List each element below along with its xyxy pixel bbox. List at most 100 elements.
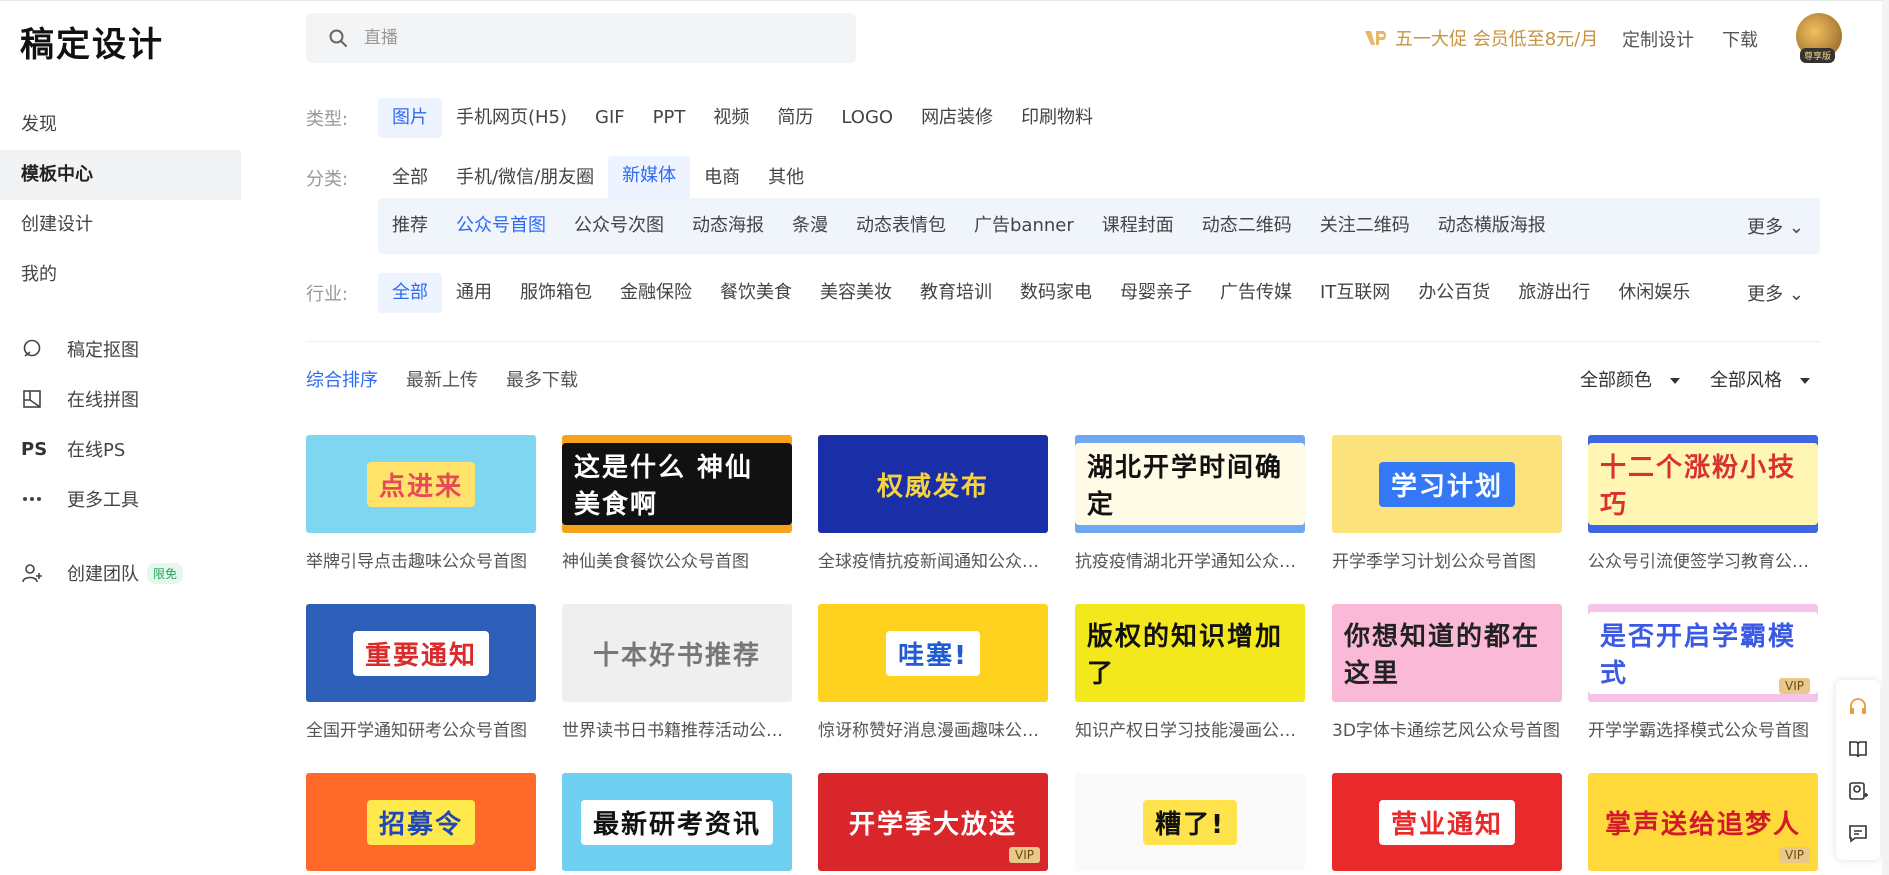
type-ppt[interactable]: PPT bbox=[639, 98, 700, 138]
subcat-animated-poster[interactable]: 动态海报 bbox=[678, 198, 778, 254]
template-card[interactable]: 版权的知识增加了知识产权日学习技能漫画公众号首图 bbox=[1075, 604, 1305, 741]
type-gif[interactable]: GIF bbox=[581, 98, 639, 138]
template-card[interactable]: 糟了! bbox=[1075, 773, 1305, 871]
industry-more-button[interactable]: 更多 ⌄ bbox=[1747, 280, 1804, 306]
template-thumbnail[interactable]: 开学季大放送 VIP bbox=[818, 773, 1048, 871]
template-title[interactable]: 抗疫疫情湖北开学通知公众号首图 bbox=[1075, 547, 1305, 572]
sidebar-create-team[interactable]: 创建团队 限免 bbox=[0, 548, 241, 598]
template-thumbnail[interactable]: 权威发布 bbox=[818, 435, 1048, 533]
book-icon[interactable] bbox=[1847, 738, 1869, 760]
template-title[interactable]: 全国开学通知研考公众号首图 bbox=[306, 716, 536, 741]
industry-beauty[interactable]: 美容美妆 bbox=[806, 273, 906, 313]
subcat-more-button[interactable]: 更多 ⌄ bbox=[1747, 213, 1804, 239]
sort-most-downloads[interactable]: 最多下载 bbox=[506, 366, 578, 392]
template-thumbnail[interactable]: 十本好书推荐 bbox=[562, 604, 792, 702]
sidebar-item-template-center[interactable]: 模板中心 bbox=[0, 150, 241, 200]
headset-icon[interactable] bbox=[1847, 696, 1869, 718]
template-thumbnail[interactable]: 版权的知识增加了 bbox=[1075, 604, 1305, 702]
template-thumbnail[interactable]: 你想知道的都在这里 bbox=[1332, 604, 1562, 702]
subcat-horizontal-poster[interactable]: 动态横版海报 bbox=[1424, 198, 1560, 254]
template-thumbnail[interactable]: 糟了! bbox=[1075, 773, 1305, 871]
template-title[interactable]: 惊讶称赞好消息漫画趣味公众号首图 bbox=[818, 716, 1048, 741]
template-title[interactable]: 公众号引流便签学习教育公众号首图 bbox=[1588, 547, 1818, 572]
sidebar-tool-cutout[interactable]: 稿定抠图 bbox=[0, 324, 241, 374]
message-icon[interactable] bbox=[1847, 822, 1869, 844]
template-card[interactable]: 哇塞! 惊讶称赞好消息漫画趣味公众号首图 bbox=[818, 604, 1048, 741]
sidebar-tool-online-ps[interactable]: PS 在线PS bbox=[0, 424, 241, 474]
download-link[interactable]: 下载 bbox=[1722, 26, 1758, 52]
industry-digital[interactable]: 数码家电 bbox=[1006, 273, 1106, 313]
template-title[interactable]: 开学季学习计划公众号首图 bbox=[1332, 547, 1562, 572]
type-video[interactable]: 视频 bbox=[699, 98, 763, 138]
template-card[interactable]: 营业通知 bbox=[1332, 773, 1562, 871]
type-image[interactable]: 图片 bbox=[378, 98, 442, 138]
sidebar-item-discover[interactable]: 发现 bbox=[0, 100, 241, 150]
template-thumbnail[interactable]: 这是什么 神仙美食啊 bbox=[562, 435, 792, 533]
template-thumbnail[interactable]: 掌声送给追梦人 VIP bbox=[1588, 773, 1818, 871]
subcat-banner[interactable]: 广告banner bbox=[960, 198, 1088, 254]
app-logo[interactable]: 稿定设计 bbox=[20, 17, 164, 66]
add-user-icon[interactable] bbox=[1847, 780, 1869, 802]
template-title[interactable]: 全球疫情抗疫新闻通知公众号首图 bbox=[818, 547, 1048, 572]
subcat-course-cover[interactable]: 课程封面 bbox=[1088, 198, 1188, 254]
search-input[interactable] bbox=[364, 13, 834, 63]
template-card[interactable]: 点进来举牌引导点击趣味公众号首图 bbox=[306, 435, 536, 572]
sort-comprehensive[interactable]: 综合排序 bbox=[306, 366, 378, 392]
vip-promo-link[interactable]: 五一大促 会员低至8元/月 bbox=[1363, 25, 1598, 51]
style-filter-dropdown[interactable]: 全部风格 bbox=[1710, 366, 1810, 392]
template-thumbnail[interactable]: 十二个涨粉小技巧 bbox=[1588, 435, 1818, 533]
category-all[interactable]: 全部 bbox=[378, 158, 442, 198]
template-thumbnail[interactable]: 湖北开学时间确定 bbox=[1075, 435, 1305, 533]
subcat-secondary[interactable]: 公众号次图 bbox=[560, 198, 678, 254]
type-h5[interactable]: 手机网页(H5) bbox=[442, 98, 581, 138]
subcat-follow-qr[interactable]: 关注二维码 bbox=[1306, 198, 1424, 254]
category-new-media[interactable]: 新媒体 bbox=[608, 155, 691, 201]
template-title[interactable]: 世界读书日书籍推荐活动公众号首图 bbox=[562, 716, 792, 741]
template-card[interactable]: 开学季大放送 VIP bbox=[818, 773, 1048, 871]
type-resume[interactable]: 简历 bbox=[763, 98, 827, 138]
sidebar-tool-collage[interactable]: 在线拼图 bbox=[0, 374, 241, 424]
template-thumbnail[interactable]: 营业通知 bbox=[1332, 773, 1562, 871]
category-mobile[interactable]: 手机/微信/朋友圈 bbox=[442, 158, 608, 198]
avatar[interactable]: 尊享版 bbox=[1796, 13, 1842, 63]
template-thumbnail[interactable]: 重要通知 bbox=[306, 604, 536, 702]
template-card[interactable]: 十本好书推荐世界读书日书籍推荐活动公众号首图 bbox=[562, 604, 792, 741]
sort-latest[interactable]: 最新上传 bbox=[406, 366, 478, 392]
search-bar[interactable] bbox=[306, 13, 856, 63]
template-card[interactable]: 学习计划 开学季学习计划公众号首图 bbox=[1332, 435, 1562, 572]
template-card[interactable]: 湖北开学时间确定抗疫疫情湖北开学通知公众号首图 bbox=[1075, 435, 1305, 572]
sidebar-tool-more[interactable]: 更多工具 bbox=[0, 474, 241, 524]
template-thumbnail[interactable]: 点进来 bbox=[306, 435, 536, 533]
template-thumbnail[interactable]: 最新研考资讯 bbox=[562, 773, 792, 871]
scrollbar[interactable] bbox=[1882, 0, 1889, 875]
subcat-recommend[interactable]: 推荐 bbox=[378, 198, 442, 254]
subcat-animated-qr[interactable]: 动态二维码 bbox=[1188, 198, 1306, 254]
sidebar-item-mine[interactable]: 我的 bbox=[0, 250, 241, 300]
industry-apparel[interactable]: 服饰箱包 bbox=[506, 273, 606, 313]
industry-office[interactable]: 办公百货 bbox=[1404, 273, 1504, 313]
template-card[interactable]: 这是什么 神仙美食啊神仙美食餐饮公众号首图 bbox=[562, 435, 792, 572]
template-title[interactable]: 3D字体卡通综艺风公众号首图 bbox=[1332, 716, 1562, 741]
color-filter-dropdown[interactable]: 全部颜色 bbox=[1580, 366, 1680, 392]
industry-travel[interactable]: 旅游出行 bbox=[1504, 273, 1604, 313]
template-thumbnail[interactable]: 哇塞! bbox=[818, 604, 1048, 702]
industry-all[interactable]: 全部 bbox=[378, 273, 442, 313]
template-thumbnail[interactable]: 招募令 bbox=[306, 773, 536, 871]
category-ecommerce[interactable]: 电商 bbox=[690, 158, 754, 198]
template-card[interactable]: 重要通知全国开学通知研考公众号首图 bbox=[306, 604, 536, 741]
template-card[interactable]: 掌声送给追梦人 VIP bbox=[1588, 773, 1818, 871]
subcat-sticker[interactable]: 动态表情包 bbox=[842, 198, 960, 254]
industry-baby[interactable]: 母婴亲子 bbox=[1106, 273, 1206, 313]
subcat-cover[interactable]: 公众号首图 bbox=[442, 198, 560, 254]
industry-finance[interactable]: 金融保险 bbox=[606, 273, 706, 313]
template-card[interactable]: 是否开启学霸模式 VIP 开学学霸选择模式公众号首图 bbox=[1588, 604, 1818, 741]
type-print[interactable]: 印刷物料 bbox=[1007, 98, 1107, 138]
industry-media[interactable]: 广告传媒 bbox=[1206, 273, 1306, 313]
type-store-decor[interactable]: 网店装修 bbox=[907, 98, 1007, 138]
template-card[interactable]: 权威发布全球疫情抗疫新闻通知公众号首图 bbox=[818, 435, 1048, 572]
industry-leisure[interactable]: 休闲娱乐 bbox=[1604, 273, 1704, 313]
sidebar-item-create-design[interactable]: 创建设计 bbox=[0, 200, 241, 250]
template-title[interactable]: 知识产权日学习技能漫画公众号首图 bbox=[1075, 716, 1305, 741]
template-title[interactable]: 神仙美食餐饮公众号首图 bbox=[562, 547, 792, 572]
template-title[interactable]: 举牌引导点击趣味公众号首图 bbox=[306, 547, 536, 572]
